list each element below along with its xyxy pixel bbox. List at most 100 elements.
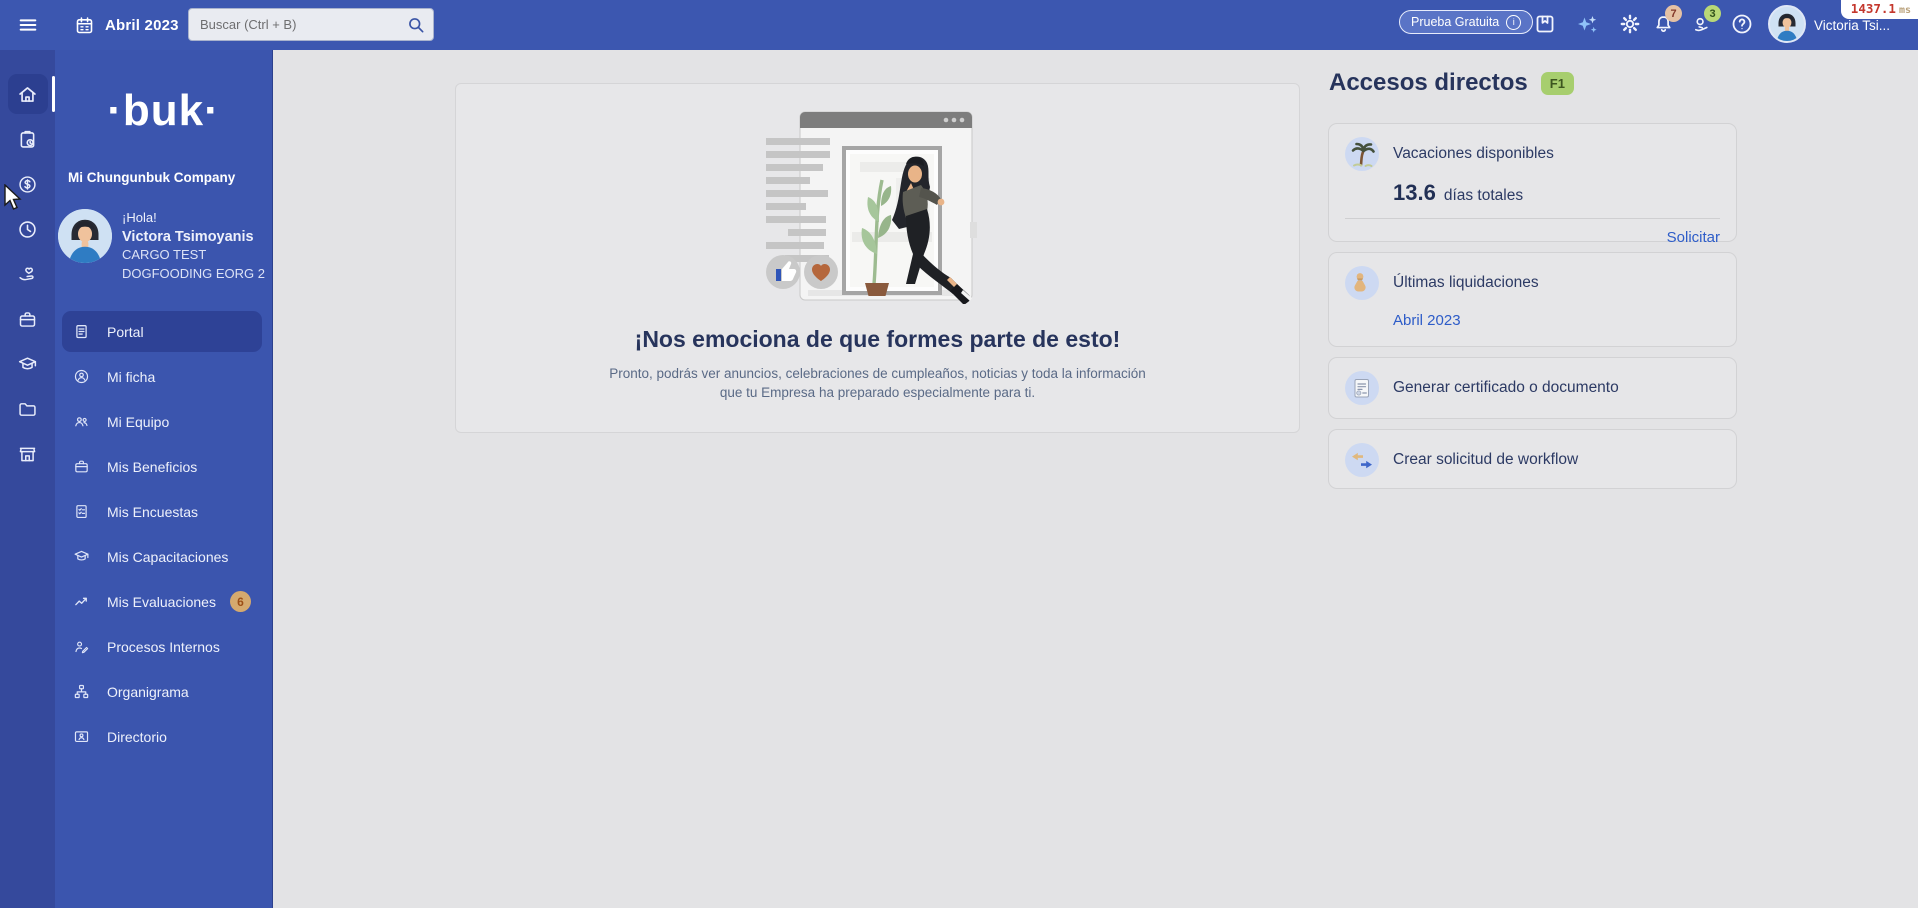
rail-item-briefcase[interactable]	[8, 299, 48, 339]
user-role-line2: DOGFOODING EORG 2	[122, 265, 266, 281]
sidebar-item-mis-encuestas[interactable]: Mis Encuestas	[62, 491, 262, 532]
buk-logo: ·buk·	[107, 86, 220, 135]
shortcuts-title: Accesos directos	[1329, 69, 1528, 96]
period-selector[interactable]: Abril 2023	[74, 0, 179, 50]
rail-item-dollar-coin[interactable]	[8, 164, 48, 204]
company-name: Mi Chungunbuk Company	[68, 170, 236, 185]
search-icon	[406, 15, 426, 35]
vacations-title: Vacaciones disponibles	[1393, 145, 1554, 162]
sidebar-item-label: Directorio	[107, 728, 167, 745]
rail-item-hand-heart[interactable]	[8, 254, 48, 294]
rail-item-home[interactable]	[7, 74, 55, 114]
document-icon	[73, 323, 90, 340]
vacations-card: Vacaciones disponibles 13.6 días totales…	[1328, 123, 1737, 246]
person-edit-icon	[73, 638, 90, 655]
sidebar-item-label: Portal	[107, 323, 144, 340]
sidebar-menu: Portal Mi ficha Mi Equipo Mis Beneficios Mis…	[55, 311, 272, 761]
trial-button[interactable]: Prueba Gratuita i	[1399, 10, 1534, 34]
storefront-icon	[17, 444, 38, 465]
sidebar-item-mi-ficha[interactable]: Mi ficha	[62, 356, 262, 397]
welcome-subtitle: Pronto, podrás ver anuncios, celebracion…	[609, 366, 1146, 400]
info-icon: i	[1506, 14, 1522, 30]
rail-item-storefront[interactable]	[8, 434, 48, 474]
dollar-coin-icon	[17, 174, 38, 195]
sidebar-item-procesos-internos[interactable]: Procesos Internos	[62, 626, 262, 667]
clock-icon	[17, 219, 38, 240]
workflow-card[interactable]: Crear solicitud de workflow	[1328, 429, 1737, 489]
sidebar-item-label: Mis Capacitaciones	[107, 548, 229, 565]
vacations-days-value: 13.6	[1393, 180, 1436, 205]
search-box	[188, 8, 434, 41]
notifications-button[interactable]: 7	[1651, 5, 1682, 37]
welcome-card: ¡Nos emociona de que formes parte de est…	[455, 83, 1300, 433]
topbar: Abril 2023 Prueba Gratuita i 7 3 Victori…	[0, 0, 1918, 50]
org-chart-icon	[73, 683, 90, 700]
certificate-card[interactable]: Generar certificado o documento	[1328, 357, 1737, 419]
home-icon	[17, 84, 38, 105]
workflow-title: Crear solicitud de workflow	[1393, 451, 1579, 468]
vacations-days-suffix: días totales	[1443, 187, 1524, 204]
rail-item-clock[interactable]	[8, 209, 48, 249]
sidebar-item-mis-evaluaciones[interactable]: Mis Evaluaciones 6	[62, 581, 262, 622]
briefcase-icon	[17, 309, 38, 330]
user-role-line1: CARGO TEST	[122, 247, 207, 262]
welcome-title: ¡Nos emociona de que formes parte de est…	[634, 326, 1121, 352]
trend-up-icon	[73, 593, 90, 610]
rewards-badge: 3	[1704, 5, 1721, 22]
help-icon[interactable]	[1730, 12, 1754, 36]
payslips-title: Últimas liquidaciones	[1393, 274, 1539, 291]
hand-heart-icon	[17, 264, 38, 285]
shortcuts-panel: Accesos directos F1 Vacaciones disponibl…	[1328, 66, 1737, 489]
folder-icon	[17, 399, 38, 420]
sidebar-item-mi-equipo[interactable]: Mi Equipo	[62, 401, 262, 442]
sidebar-item-label: Mi ficha	[107, 368, 156, 385]
welcome-illustration	[765, 111, 977, 304]
sidebar-item-organigrama[interactable]: Organigrama	[62, 671, 262, 712]
user-avatar[interactable]	[1768, 5, 1806, 43]
request-vacation-link[interactable]: Solicitar	[1345, 229, 1720, 246]
contact-card-icon	[73, 728, 90, 745]
notifications-badge: 7	[1665, 5, 1682, 22]
sidebar-item-label: Mis Encuestas	[107, 503, 199, 520]
performance-timer: 1437.1 ms	[1840, 0, 1918, 19]
sidebar-item-label: Mis Evaluaciones	[107, 593, 216, 610]
people-icon	[73, 413, 90, 430]
sidebar-item-label: Mi Equipo	[107, 413, 170, 430]
calendar-icon	[74, 15, 95, 36]
greeting: ¡Hola!	[122, 210, 157, 225]
hamburger-menu-button[interactable]	[17, 14, 39, 36]
sidebar-item-mis-beneficios[interactable]: Mis Beneficios	[62, 446, 262, 487]
sidebar-item-portal[interactable]: Portal	[62, 311, 262, 352]
icon-rail	[0, 50, 55, 908]
survey-icon	[73, 503, 90, 520]
sidebar-item-label: Mis Beneficios	[107, 458, 198, 475]
settings-gear-icon[interactable]	[1618, 12, 1642, 36]
bookmark-icon[interactable]	[1533, 12, 1557, 36]
period-label: Abril 2023	[105, 16, 179, 34]
clipboard-clock-icon	[17, 129, 38, 150]
divider	[1345, 218, 1720, 219]
sidebar-item-directorio[interactable]: Directorio	[62, 716, 262, 757]
sidebar-avatar	[58, 209, 112, 263]
payslips-card: Últimas liquidaciones Abril 2023	[1328, 252, 1737, 347]
sidebar: ·buk· Mi Chungunbuk Company ¡Hola! Victo…	[55, 50, 273, 908]
rail-item-clipboard-clock[interactable]	[8, 119, 48, 159]
search-input[interactable]	[189, 9, 433, 40]
certificate-title: Generar certificado o documento	[1393, 379, 1619, 396]
payslip-month-link[interactable]: Abril 2023	[1393, 312, 1720, 329]
sidebar-item-label: Procesos Internos	[107, 638, 220, 655]
sparkle-ai-icon[interactable]	[1575, 12, 1599, 36]
user-name: Victora Tsimoyanis	[122, 228, 254, 245]
rewards-button[interactable]: 3	[1690, 5, 1721, 37]
money-bag-icon	[1345, 266, 1379, 300]
evaluations-badge: 6	[230, 591, 251, 612]
rail-item-graduation-cap[interactable]	[8, 344, 48, 384]
sidebar-item-mis-capacitaciones[interactable]: Mis Capacitaciones	[62, 536, 262, 577]
graduation-cap-icon	[17, 354, 38, 375]
rail-item-folder[interactable]	[8, 389, 48, 429]
palm-tree-icon	[1345, 137, 1379, 171]
workflow-icon	[1345, 443, 1379, 477]
briefcase-icon	[73, 458, 90, 475]
graduation-cap-icon	[73, 548, 90, 565]
hotkey-badge: F1	[1540, 71, 1574, 95]
